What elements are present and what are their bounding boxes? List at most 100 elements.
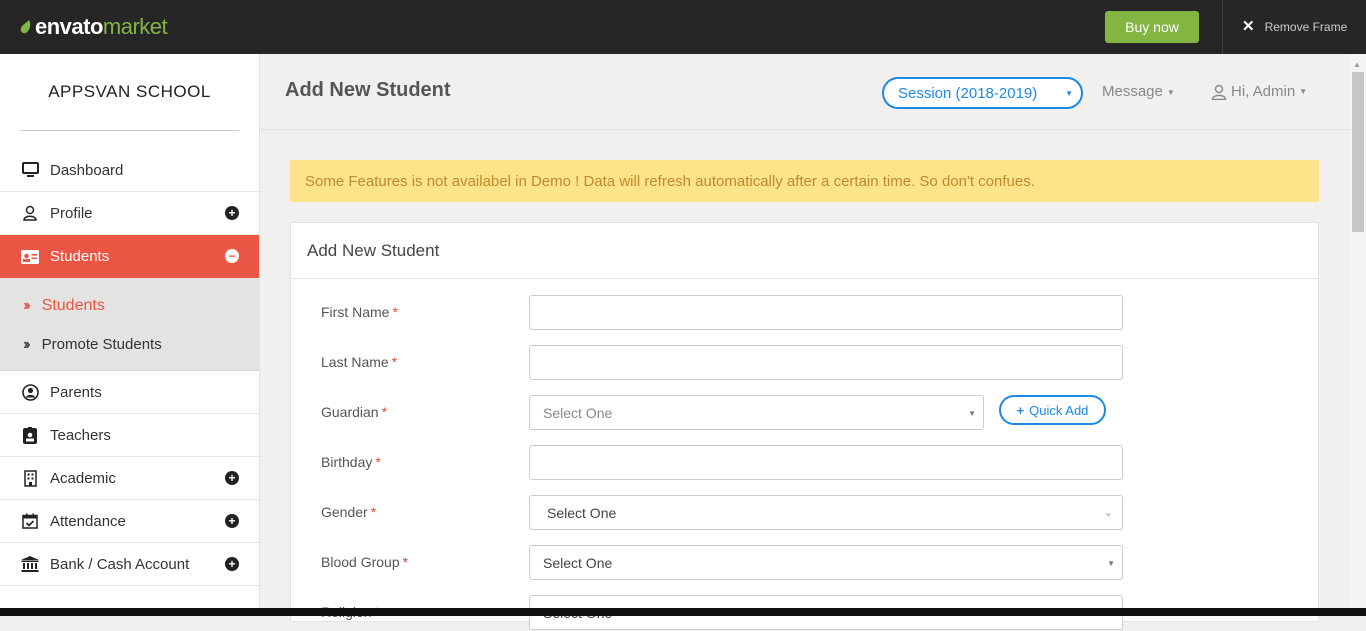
add-student-panel: Add New Student First Name * Last Name * G… [290, 222, 1320, 630]
caret-down-icon: ▼ [1107, 559, 1115, 568]
sidebar-item-label: Academic [50, 469, 116, 487]
sidebar-item-label: Attendance [50, 512, 126, 530]
field-label: Gender * [321, 504, 376, 520]
bank-icon [21, 555, 39, 573]
buy-now-button[interactable]: Buy now [1105, 11, 1199, 43]
sidebar-item-label: Bank / Cash Account [50, 555, 190, 573]
demo-warning-alert: Some Features is not availabel in Demo !… [290, 160, 1319, 202]
caret-down-icon: ▼ [968, 409, 976, 418]
required-mark: * [391, 354, 398, 370]
form-row-guardian: Guardian * Select One ▼ + Quick Add [291, 395, 1320, 431]
quick-add-button[interactable]: + Quick Add [999, 395, 1106, 425]
last-name-input[interactable] [529, 345, 1123, 380]
submenu-item-label: Students [41, 296, 105, 314]
field-label: Guardian * [321, 404, 387, 420]
user-icon [1211, 84, 1227, 100]
field-label: Blood Group * [321, 554, 408, 570]
blood-group-select-value: Select One [543, 554, 613, 571]
expand-plus-icon[interactable]: + [225, 514, 239, 528]
caret-down-icon: ▼ [1166, 87, 1175, 97]
sidebar-item-label: Profile [50, 204, 93, 222]
bottom-strip [0, 608, 1366, 616]
submenu-item-label: Promote Students [41, 336, 162, 353]
calendar-check-icon [21, 512, 39, 530]
session-select[interactable]: Session (2018-2019) ▼ [882, 77, 1083, 109]
sidebar-item-attendance[interactable]: Attendance + [0, 500, 259, 543]
double-chevron-right-icon: ›› [23, 296, 30, 314]
header-divider [261, 129, 1350, 130]
sidebar-item-label: Parents [50, 383, 102, 401]
birthday-input[interactable] [529, 445, 1123, 480]
sidebar-item-profile[interactable]: Profile + [0, 192, 259, 235]
chevron-down-icon: ⌄ [1103, 507, 1113, 519]
caret-down-icon: ▼ [1299, 87, 1308, 96]
submenu-item-promote-students[interactable]: ›› Promote Students [0, 325, 259, 364]
expand-plus-icon[interactable]: + [225, 557, 239, 571]
school-name: APPSVAN SCHOOL [48, 82, 211, 101]
gender-select-value: Select One [547, 504, 617, 521]
sidebar-item-label: Teachers [50, 426, 111, 444]
form-row-blood-group: Blood Group * Select One ▼ [291, 545, 1320, 581]
field-label-text: First Name [321, 304, 390, 320]
gender-select[interactable]: Select One ⌄ [529, 495, 1123, 530]
panel-title: Add New Student [291, 223, 1318, 279]
required-mark: * [370, 504, 377, 520]
double-chevron-right-icon: ›› [23, 335, 30, 353]
quick-add-label: Quick Add [1029, 402, 1089, 418]
required-mark: * [375, 454, 381, 470]
students-submenu: ›› Students ›› Promote Students [0, 278, 259, 371]
sidebar-item-bank-cash-account[interactable]: Bank / Cash Account + [0, 543, 259, 586]
required-mark: * [392, 304, 398, 320]
sidebar: APPSVAN SCHOOL Dashboard Profile + Stude… [0, 54, 260, 616]
sidebar-item-label: Dashboard [50, 161, 124, 179]
scroll-up-arrow-icon[interactable]: ▲ [1353, 60, 1361, 69]
form-row-gender: Gender * Select One ⌄ [291, 495, 1320, 531]
user-circle-icon [21, 383, 39, 401]
blood-group-select[interactable]: Select One ▼ [529, 545, 1123, 580]
form-row-first-name: First Name * [291, 295, 1320, 331]
expand-plus-icon[interactable]: + [225, 206, 239, 220]
sidebar-item-parents[interactable]: Parents [0, 371, 259, 414]
sidebar-item-academic[interactable]: Academic + [0, 457, 259, 500]
sidebar-item-students[interactable]: Students − [0, 235, 259, 278]
message-label: Message [1102, 83, 1163, 100]
scrollbar-thumb[interactable] [1352, 72, 1364, 232]
guardian-select[interactable]: Select One ▼ [529, 395, 984, 430]
field-label-text: Gender [321, 504, 368, 520]
id-card-icon [21, 248, 39, 266]
submenu-item-students[interactable]: ›› Students [0, 286, 259, 325]
remove-frame-label: Remove Frame [1264, 19, 1348, 34]
field-label: Last Name * [321, 354, 397, 370]
remove-frame-button[interactable]: ✕ Remove Frame [1242, 19, 1347, 34]
sidebar-nav: Dashboard Profile + Students − ›› Studen… [0, 149, 259, 586]
logo-market-text: market [102, 14, 168, 39]
caret-down-icon: ▼ [1065, 89, 1073, 98]
page-title: Add New Student [285, 79, 451, 101]
field-label-text: Last Name [321, 354, 389, 370]
topbar-divider [1222, 0, 1223, 54]
logo-envato-text: envato [35, 14, 103, 39]
expand-plus-icon[interactable]: + [225, 471, 239, 485]
teacher-badge-icon [21, 426, 39, 444]
plus-icon: + [1016, 402, 1025, 418]
sidebar-item-teachers[interactable]: Teachers [0, 414, 259, 457]
sidebar-item-dashboard[interactable]: Dashboard [0, 149, 259, 192]
sidebar-divider [20, 130, 239, 131]
user-dropdown[interactable]: Hi, Admin ▼ [1211, 83, 1307, 100]
sidebar-item-label: Students [50, 248, 110, 265]
required-mark: * [402, 554, 409, 570]
message-dropdown[interactable]: Message ▼ [1102, 83, 1175, 100]
session-label: Session (2018-2019) [898, 84, 1038, 102]
collapse-minus-icon[interactable]: − [225, 249, 239, 263]
form-row-birthday: Birthday * [291, 445, 1320, 481]
field-label: First Name * [321, 304, 398, 320]
field-label-text: Guardian [321, 404, 379, 420]
leaf-icon [20, 20, 31, 34]
close-icon: ✕ [1242, 18, 1255, 35]
building-icon [21, 469, 39, 487]
first-name-input[interactable] [529, 295, 1123, 330]
field-label: Birthday * [321, 454, 381, 470]
form-row-last-name: Last Name * [291, 345, 1320, 381]
envato-logo[interactable]: envato market [20, 14, 168, 40]
envato-topbar: envato market Buy now ✕ Remove Frame [0, 0, 1366, 54]
